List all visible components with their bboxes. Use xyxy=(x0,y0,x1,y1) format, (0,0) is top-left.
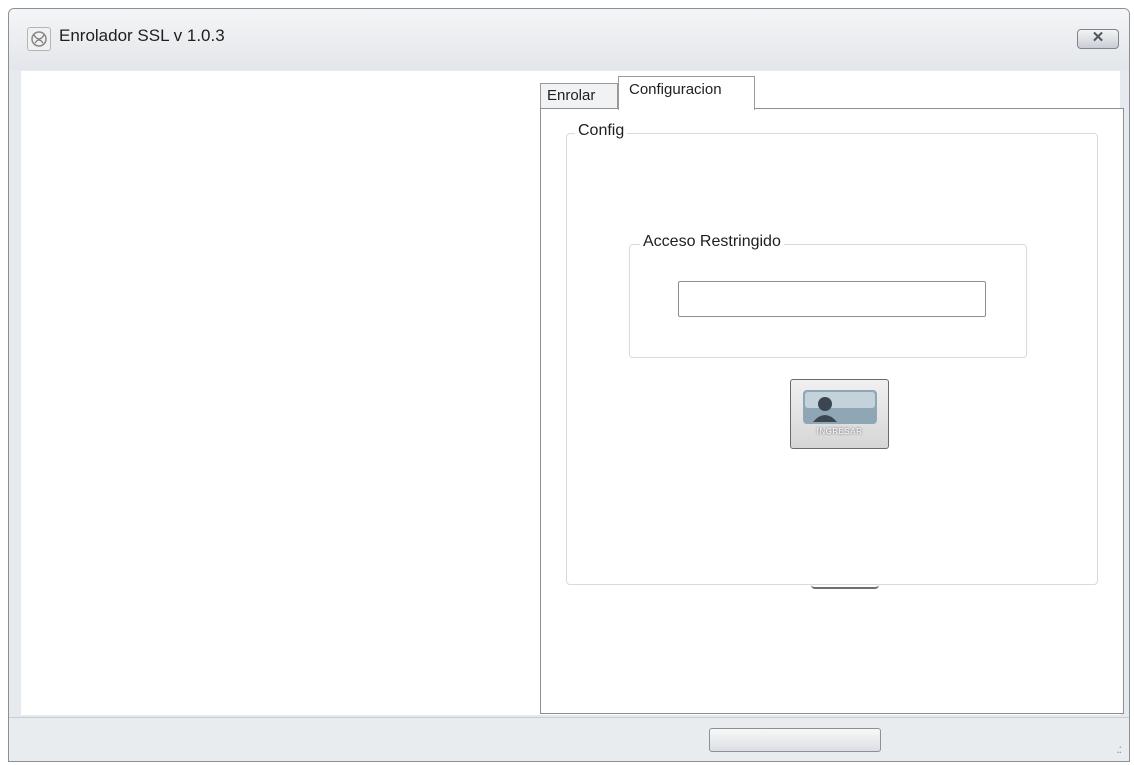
tab-configuracion[interactable]: Configuracion xyxy=(618,76,755,110)
status-bar: .: xyxy=(9,717,1129,761)
hidden-control-edge xyxy=(811,581,879,589)
app-window: Enrolador SSL v 1.0.3 ✕ Enrolar Configur… xyxy=(8,8,1130,762)
config-group-label: Config xyxy=(575,122,628,140)
progress-bar xyxy=(709,728,881,752)
title-bar[interactable]: Enrolador SSL v 1.0.3 ✕ xyxy=(9,9,1129,70)
config-groupbox: Config xyxy=(566,122,1098,585)
close-button[interactable]: ✕ xyxy=(1077,29,1119,49)
access-group-label: Acceso Restringido xyxy=(640,233,784,251)
close-icon: ✕ xyxy=(1091,29,1105,46)
user-card-icon xyxy=(803,390,877,424)
ingresar-label: INGRESAR xyxy=(816,427,863,436)
tab-enrolar[interactable]: Enrolar xyxy=(540,83,618,109)
main-area: Enrolar Configuracion Config Acceso Rest… xyxy=(21,71,1124,715)
app-logo-icon xyxy=(27,27,51,51)
ingresar-button[interactable]: INGRESAR xyxy=(790,379,889,449)
password-input[interactable] xyxy=(678,281,986,317)
resize-grip-icon[interactable]: .: xyxy=(1116,742,1122,756)
window-title: Enrolador SSL v 1.0.3 xyxy=(59,26,225,45)
